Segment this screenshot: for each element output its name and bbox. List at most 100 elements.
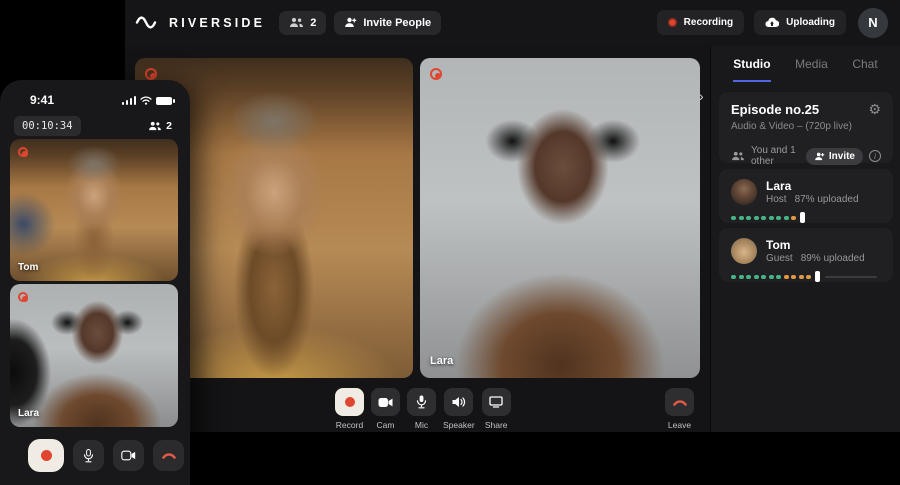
participant-card-lara: Lara Host 87% uploaded — [719, 169, 893, 223]
invite-label: Invite — [829, 151, 855, 162]
gear-icon[interactable]: ⚙ — [868, 102, 881, 116]
cam-button[interactable]: Cam — [371, 388, 400, 430]
leave-button[interactable]: Leave — [665, 388, 694, 430]
share-label: Share — [485, 420, 508, 430]
participant-avatar — [731, 179, 757, 205]
progress-dash — [746, 216, 751, 220]
riverside-app-window: RIVERSIDE 2 Invite People Recording — [125, 0, 900, 432]
wifi-icon — [140, 96, 152, 105]
progress-dash — [739, 275, 744, 279]
recording-indicator-icon — [430, 68, 442, 80]
phone-video-tom: Tom — [10, 139, 178, 281]
sidebar-tabs: Studio Media Chat — [711, 45, 900, 82]
wave-logo-icon — [135, 15, 161, 30]
cell-signal-icon — [122, 96, 137, 105]
progress-dash — [761, 275, 766, 279]
participant-role: Guest — [766, 253, 793, 264]
tab-studio[interactable]: Studio — [733, 57, 770, 82]
phone-mic-button[interactable] — [73, 440, 104, 471]
upload-percent: 87% uploaded — [795, 194, 859, 205]
upload-percent: 89% uploaded — [801, 253, 865, 264]
speaker-button[interactable]: Speaker — [443, 388, 475, 430]
presence-label: You and 1 other — [751, 145, 800, 167]
recording-indicator-icon — [145, 68, 157, 80]
call-controls: Record Cam Mic Speaker — [335, 388, 511, 430]
tab-media[interactable]: Media — [795, 57, 828, 82]
progress-handle[interactable] — [815, 271, 820, 282]
uploading-badge[interactable]: Uploading — [754, 10, 846, 35]
progress-dash — [799, 275, 804, 279]
phone-video-lara: Lara — [10, 284, 178, 427]
progress-dash — [791, 275, 796, 279]
people-icon — [148, 121, 162, 131]
participant-name: Tom — [766, 238, 865, 253]
user-avatar[interactable]: N — [858, 8, 888, 38]
phone-record-button[interactable] — [28, 439, 64, 472]
mic-icon — [83, 449, 94, 463]
progress-dash — [784, 216, 789, 220]
people-icon — [289, 17, 304, 28]
recording-timer: 00:10:34 — [14, 116, 81, 136]
phone-count-value: 2 — [166, 120, 172, 132]
chevron-right-icon[interactable]: › — [699, 89, 704, 103]
participant-count-pill[interactable]: 2 — [279, 11, 326, 35]
battery-icon — [156, 97, 172, 105]
progress-dash — [746, 275, 751, 279]
mic-icon — [416, 395, 427, 409]
camera-icon — [378, 397, 393, 408]
recording-label: Recording — [684, 17, 733, 28]
phone-cam-button[interactable] — [113, 440, 144, 471]
mic-button[interactable]: Mic — [407, 388, 436, 430]
progress-dash — [769, 216, 774, 220]
phone-hangup-button[interactable] — [153, 440, 184, 471]
recording-badge[interactable]: Recording — [657, 10, 744, 35]
person-add-icon — [814, 152, 825, 161]
video-name-label: Lara — [18, 408, 39, 419]
record-label: Record — [336, 420, 363, 430]
progress-dash — [776, 275, 781, 279]
invite-button[interactable]: Invite — [806, 148, 863, 165]
hangup-icon — [672, 398, 688, 407]
tab-chat[interactable]: Chat — [852, 57, 877, 82]
progress-dash — [769, 275, 774, 279]
progress-dash — [731, 216, 736, 220]
invite-people-button[interactable]: Invite People — [334, 11, 441, 35]
phone-call-header: 00:10:34 2 — [0, 107, 190, 136]
person-add-icon — [344, 17, 357, 28]
participant-count: 2 — [310, 17, 316, 29]
screen-share-icon — [489, 396, 503, 408]
share-button[interactable]: Share — [482, 388, 511, 430]
progress-track — [825, 276, 877, 278]
phone-call-controls — [28, 439, 184, 472]
cloud-upload-icon — [765, 17, 779, 28]
phone-participant-count[interactable]: 2 — [148, 120, 172, 132]
participant-name: Lara — [766, 179, 859, 194]
progress-handle[interactable] — [800, 212, 805, 223]
speaker-label: Speaker — [443, 420, 475, 430]
cam-label: Cam — [377, 420, 395, 430]
progress-dash — [784, 275, 789, 279]
status-time: 9:41 — [30, 93, 54, 107]
phone-mockup: 9:41 00:10:34 2 Tom Lara — [0, 80, 190, 485]
recording-indicator-icon — [18, 147, 28, 157]
progress-dash — [776, 216, 781, 220]
progress-dash — [739, 216, 744, 220]
participant-card-tom: Tom Guest 89% uploaded — [719, 228, 893, 282]
record-dot-icon — [668, 18, 677, 27]
speaker-icon — [452, 396, 466, 408]
record-button[interactable]: Record — [335, 388, 364, 430]
video-tile-lara: Lara — [420, 58, 700, 378]
people-icon — [731, 151, 745, 161]
info-icon[interactable]: i — [869, 150, 881, 162]
progress-dash — [806, 275, 811, 279]
record-dot-icon — [345, 397, 355, 407]
video-name-label: Lara — [430, 355, 453, 367]
invite-people-label: Invite People — [363, 17, 431, 29]
recording-indicator-icon — [18, 292, 28, 302]
studio-sidebar: › Studio Media Chat Episode no.25 ⚙ Audi… — [710, 45, 900, 432]
uploading-label: Uploading — [786, 17, 835, 28]
top-bar: RIVERSIDE 2 Invite People Recording — [125, 0, 900, 45]
progress-dash — [754, 275, 759, 279]
phone-status-bar: 9:41 — [0, 80, 190, 107]
record-dot-icon — [41, 450, 52, 461]
